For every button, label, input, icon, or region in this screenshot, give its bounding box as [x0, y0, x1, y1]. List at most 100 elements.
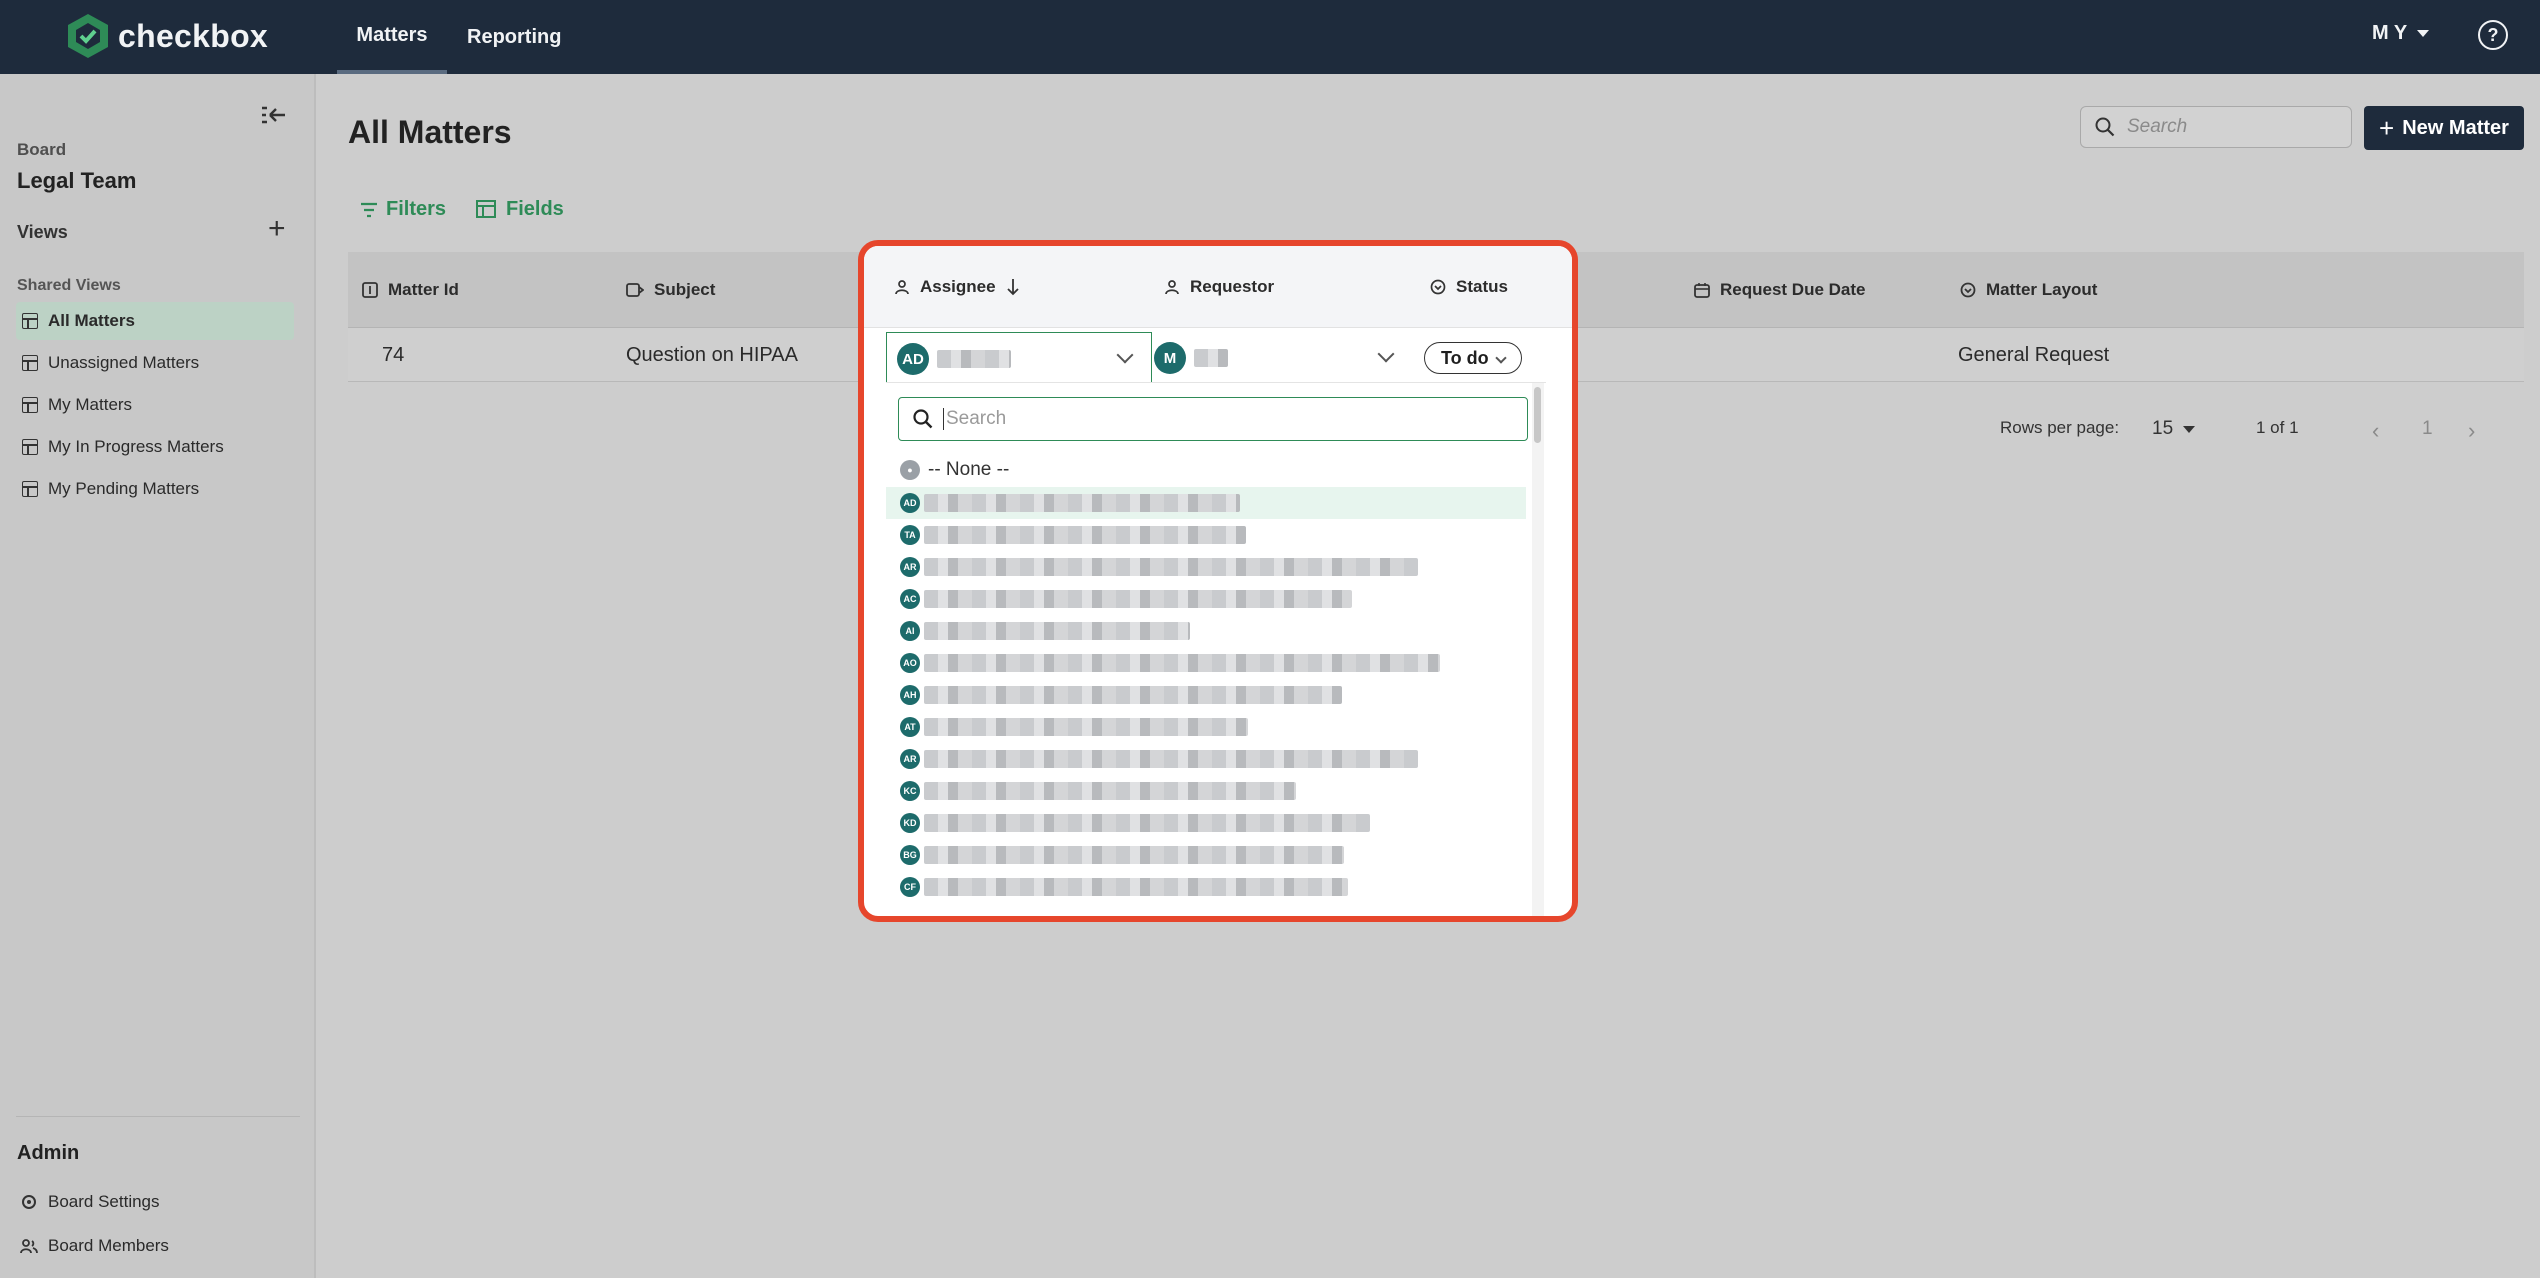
fields-icon: [476, 199, 496, 218]
column-subject[interactable]: Subject: [626, 252, 715, 328]
cell-matter-id[interactable]: 74: [382, 328, 404, 382]
chevron-down-icon: [1116, 346, 1134, 364]
table-icon: [22, 481, 38, 497]
sidebar-item-my-in-progress-matters[interactable]: My In Progress Matters: [16, 428, 294, 466]
sort-down-icon[interactable]: [1006, 278, 1020, 296]
column-label: Matter Layout: [1986, 280, 2098, 299]
sidebar-item-label: My In Progress Matters: [48, 437, 224, 456]
calendar-icon: [1694, 283, 1710, 298]
column-assignee[interactable]: Assignee: [894, 246, 1020, 328]
avatar: CF: [900, 877, 920, 897]
checkbox-logo[interactable]: checkbox: [64, 10, 268, 62]
filters-button[interactable]: Filters: [360, 198, 446, 221]
scrollbar-thumb[interactable]: [1534, 387, 1541, 443]
next-page-icon[interactable]: ›: [2468, 418, 2475, 444]
sidebar-item-my-pending-matters[interactable]: My Pending Matters: [16, 470, 294, 508]
requestor-select[interactable]: M: [1154, 342, 1414, 374]
user-placeholder-icon: ●: [900, 460, 920, 480]
column-label: Status: [1456, 277, 1508, 296]
cell-subject[interactable]: Question on HIPAA: [626, 328, 798, 382]
board-settings-link[interactable]: Board Settings: [20, 1192, 160, 1212]
list-item[interactable]: TA: [886, 519, 1526, 551]
column-matter-id[interactable]: Matter Id: [362, 252, 459, 328]
layout-icon: [1960, 282, 1976, 298]
column-requestor[interactable]: Requestor: [1164, 246, 1274, 328]
search-icon: [2095, 117, 2115, 137]
table-icon: [22, 355, 38, 371]
sidebar-item-my-matters[interactable]: My Matters: [16, 386, 294, 424]
new-matter-button[interactable]: + New Matter: [2364, 106, 2524, 150]
fields-button[interactable]: Fields: [476, 198, 564, 221]
avatar: AR: [900, 557, 920, 577]
top-navbar: checkbox Matters Reporting M Y ?: [0, 0, 2540, 74]
status-icon: [1430, 279, 1446, 295]
prev-page-icon[interactable]: ‹: [2372, 418, 2379, 444]
status-badge[interactable]: To do: [1424, 342, 1522, 374]
sidebar-item-all-matters[interactable]: All Matters: [16, 302, 294, 340]
column-label: Matter Id: [388, 280, 459, 299]
highlight-table-header: Assignee Requestor Status: [864, 246, 1572, 328]
list-item[interactable]: CF: [886, 871, 1526, 903]
admin-divider: [16, 1116, 300, 1117]
sidebar-item-label: My Pending Matters: [48, 479, 200, 498]
user-initials: M Y: [2372, 22, 2408, 44]
assignee-dropdown-highlight: Assignee Requestor Status AD M To do Sea…: [858, 240, 1578, 922]
cell-matter-layout[interactable]: General Request: [1958, 328, 2109, 382]
list-item[interactable]: KD: [886, 807, 1526, 839]
admin-label: Admin: [17, 1142, 80, 1164]
sidebar-item-unassigned-matters[interactable]: Unassigned Matters: [16, 344, 294, 382]
tab-reporting[interactable]: Reporting: [467, 0, 561, 74]
gear-icon: [22, 1195, 36, 1209]
column-status[interactable]: Status: [1430, 246, 1508, 328]
list-item[interactable]: KC: [886, 775, 1526, 807]
option-name-redacted: [924, 814, 1370, 832]
dropdown-search-placeholder: Search: [943, 408, 1006, 430]
dropdown-search-input[interactable]: Search: [898, 397, 1528, 441]
search-input[interactable]: Search: [2080, 106, 2352, 148]
column-label: Assignee: [920, 277, 996, 296]
filter-icon: [361, 202, 377, 217]
list-item[interactable]: AT: [886, 711, 1526, 743]
tab-matters[interactable]: Matters: [337, 0, 447, 74]
user-menu[interactable]: M Y: [2372, 22, 2430, 45]
column-request-due-date[interactable]: Request Due Date: [1694, 252, 1865, 328]
current-page[interactable]: 1: [2422, 418, 2433, 440]
avatar: AC: [900, 589, 920, 609]
list-item[interactable]: AR: [886, 551, 1526, 583]
list-item[interactable]: AO: [886, 647, 1526, 679]
avatar: AH: [900, 685, 920, 705]
logo-text: checkbox: [118, 17, 269, 54]
status-label: To do: [1441, 347, 1489, 368]
list-item[interactable]: AI: [886, 615, 1526, 647]
board-members-link[interactable]: Board Members: [20, 1236, 169, 1256]
board-label: Board: [17, 140, 67, 159]
filters-label: Filters: [386, 198, 447, 220]
assignee-select[interactable]: AD: [886, 332, 1152, 386]
shared-views-label: Shared Views: [17, 277, 121, 294]
search-placeholder: Search: [2127, 116, 2188, 137]
help-icon[interactable]: ?: [2478, 20, 2508, 50]
list-item[interactable]: AR: [886, 743, 1526, 775]
option-name-redacted: [924, 686, 1342, 704]
caret-down-icon: [2183, 425, 2196, 433]
list-item[interactable]: BG: [886, 839, 1526, 871]
page-range: 1 of 1: [2256, 418, 2299, 437]
avatar: KC: [900, 781, 920, 801]
rows-per-page-select[interactable]: 15: [2152, 418, 2196, 440]
sidebar-item-label: All Matters: [48, 311, 135, 330]
list-item[interactable]: AC: [886, 583, 1526, 615]
collapse-sidebar-icon[interactable]: [260, 104, 286, 126]
list-item[interactable]: AD: [886, 487, 1526, 519]
option-name-redacted: [924, 878, 1348, 896]
assignee-options-list: Search ● -- None -- AD TA AR AC AI AO AH…: [886, 382, 1546, 916]
rows-per-page-value: 15: [2152, 418, 2174, 439]
dropdown-scrollbar[interactable]: [1532, 383, 1544, 916]
rows-per-page-label: Rows per page:: [2000, 418, 2120, 437]
add-view-icon[interactable]: +: [268, 214, 286, 244]
plus-icon: +: [2379, 112, 2395, 143]
avatar: KD: [900, 813, 920, 833]
column-matter-layout[interactable]: Matter Layout: [1960, 252, 2097, 328]
avatar: BG: [900, 845, 920, 865]
option-none[interactable]: ● -- None --: [900, 459, 1009, 481]
list-item[interactable]: AH: [886, 679, 1526, 711]
